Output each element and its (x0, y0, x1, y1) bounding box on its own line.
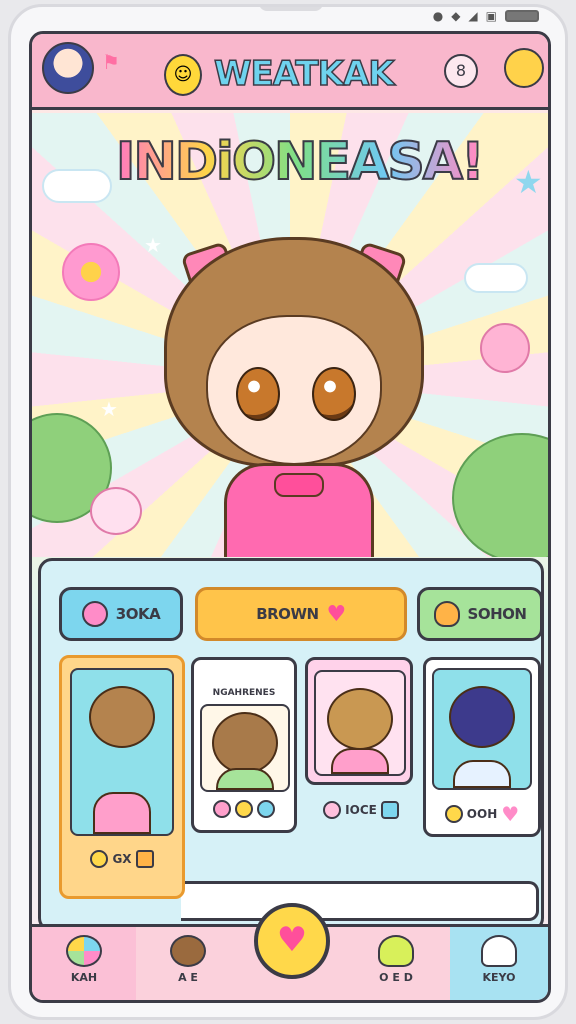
nav-label: KAH (70, 971, 98, 984)
pig-icon (480, 323, 530, 373)
bottom-nav: KAH A E ♥ O E D KEYO (32, 903, 548, 1000)
heart-icon: ♥ (326, 601, 347, 627)
nav-item-ae[interactable]: A E (136, 927, 240, 1000)
portrait-outfit (453, 760, 511, 788)
filter-label: BROWN (256, 605, 319, 623)
filter-chip-sohon[interactable]: SOHON (417, 587, 543, 641)
card-row-footer (181, 881, 539, 921)
card-stats: OOH ♥ (432, 802, 532, 826)
card-stats: IOCE (307, 801, 415, 819)
character-eye-right (312, 367, 356, 421)
bow-icon (274, 473, 324, 497)
portrait-outfit (93, 792, 151, 834)
top-header: ⚑ ☺ WEATKAK 8 (32, 34, 548, 110)
card-stats (200, 800, 288, 818)
status-icons: ● ◆ ◢ ▣ (433, 9, 539, 23)
candy-icon (66, 935, 102, 967)
star-icon: ★ (514, 163, 543, 201)
game-title: INDiONEASA! (115, 127, 486, 197)
status-bar: ● ◆ ◢ ▣ (11, 7, 565, 29)
character-select-panel: 3OKA BROWN ♥ SOHON GX NGAHRENES IOCE OOH… (38, 558, 544, 932)
sun-icon (444, 805, 463, 823)
portrait-head (449, 686, 515, 748)
dot-icon: ● (432, 9, 444, 23)
hero-scene: INDiONEASA! ★ ★ ★ ★ (32, 113, 548, 557)
portrait-outfit (331, 748, 389, 774)
stat-label: OOH (466, 807, 498, 821)
card-portrait (314, 670, 406, 776)
heart-icon: ♥ (501, 802, 520, 826)
heart-button[interactable]: ♥ (254, 903, 330, 979)
character-card[interactable] (305, 657, 413, 785)
book-icon (135, 850, 154, 868)
nav-item-oed[interactable]: O E D (344, 927, 448, 1000)
nav-item-keyo[interactable]: KEYO (450, 927, 548, 1000)
notch (259, 7, 323, 11)
filter-label: SOHON (467, 605, 527, 623)
portrait-head (327, 688, 393, 750)
star-icon: ★ (100, 397, 118, 421)
stat-label: IOCE (345, 803, 377, 817)
bear-icon (170, 935, 206, 967)
filter-chip-3oka[interactable]: 3OKA (59, 587, 183, 641)
bear-icon[interactable] (504, 48, 544, 88)
bush-decoration (452, 433, 548, 557)
flower-icon (62, 243, 120, 301)
character-card[interactable]: NGAHRENES (191, 657, 297, 833)
nav-label: A E (178, 971, 198, 984)
character-eye-left (236, 367, 280, 421)
bunny-icon (90, 487, 142, 535)
cloud-icon (42, 169, 112, 203)
game-screen: ⚑ ☺ WEATKAK 8 INDiONEASA! ★ ★ ★ ★ (29, 31, 551, 1003)
shield-icon (380, 801, 399, 819)
bubble-icon (323, 801, 342, 819)
gem-icon (257, 800, 275, 818)
slime-icon (433, 601, 460, 627)
splat-icon (81, 601, 108, 627)
card-stats: GX (68, 850, 176, 868)
portrait-head (212, 712, 278, 774)
cloud-icon (464, 263, 528, 293)
character-card-selected[interactable]: GX (59, 655, 185, 899)
sim-icon: ▣ (485, 9, 497, 23)
card-portrait (432, 668, 532, 790)
slime-icon (378, 935, 414, 967)
player-avatar[interactable] (42, 42, 94, 94)
card-caption: NGAHRENES (212, 688, 276, 698)
ghost-icon (481, 935, 517, 967)
sun-icon (90, 850, 109, 868)
nav-label: KEYO (482, 971, 516, 984)
header-title: WEATKAK (213, 53, 395, 95)
coin-icon (235, 800, 253, 818)
portrait-head (89, 686, 155, 748)
main-character[interactable] (144, 237, 444, 557)
filter-chip-brown[interactable]: BROWN ♥ (195, 587, 407, 641)
nav-label: O E D (379, 971, 413, 984)
flower-icon (213, 800, 231, 818)
filter-label: 3OKA (115, 605, 161, 623)
coin-icon[interactable]: ☺ (164, 54, 202, 96)
stat-label: GX (112, 852, 132, 866)
card-portrait (70, 668, 174, 836)
portrait-outfit (216, 768, 274, 790)
battery-icon (505, 10, 539, 22)
nav-item-kah[interactable]: KAH (32, 927, 136, 1000)
phone-frame: ● ◆ ◢ ▣ ⚑ ☺ WEATKAK 8 INDiONEASA! ★ ★ ★ … (8, 4, 568, 1020)
signal-icon: ◢ (468, 9, 478, 23)
settings-button[interactable]: 8 (444, 54, 478, 88)
character-card[interactable]: OOH ♥ (423, 657, 541, 837)
wifi-icon: ◆ (451, 9, 461, 23)
card-portrait (200, 704, 290, 792)
flag-icon[interactable]: ⚑ (102, 50, 120, 74)
